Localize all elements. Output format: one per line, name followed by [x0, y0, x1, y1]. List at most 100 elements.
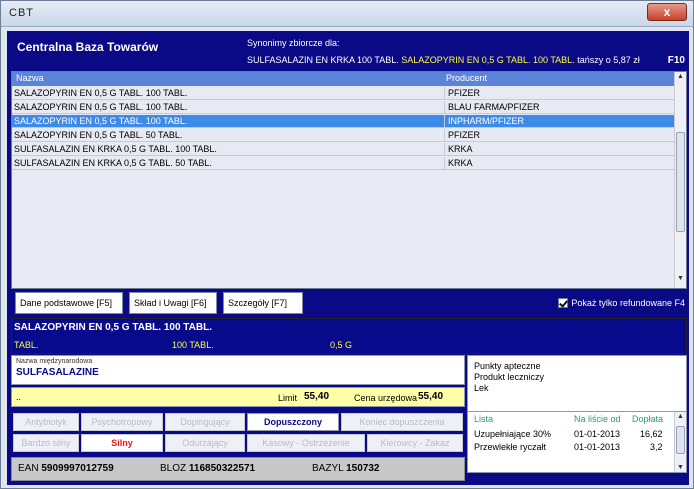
grid-scrollbar[interactable]: ▲ ▼	[674, 72, 686, 288]
flag-narcotic: Odurzający	[165, 434, 245, 452]
limit-label: Limit	[278, 393, 298, 403]
codes-bar: EAN 5909997012759 BLOZ 116850322571 BAZY…	[11, 457, 465, 481]
refund-row-list: Uzupełniające 30%	[474, 429, 552, 439]
refund-header-copay: Dopłata	[632, 414, 664, 424]
row-producer: KRKA	[448, 158, 473, 168]
product-name: SALAZOPYRIN EN 0,5 G TABL. 100 TABL.	[14, 322, 212, 333]
row-producer: PFIZER	[448, 88, 481, 98]
refund-filter[interactable]: Pokaż tylko refundowane F4	[558, 298, 685, 308]
bloz-value: 116850322571	[188, 463, 256, 474]
synonym-1[interactable]: SULFASALAZIN EN KRKA 100 TABL.	[247, 55, 399, 65]
column-divider	[444, 115, 445, 128]
column-divider	[444, 157, 445, 170]
refund-row-since: 01-01-2013	[574, 442, 621, 452]
bazyl-code: BAZYL 150732	[312, 463, 379, 474]
tab-details[interactable]: Szczegóły [F7]	[223, 292, 303, 314]
product-dose: 0,5 G	[330, 340, 353, 350]
tab-composition[interactable]: Skład i Uwagi [F6]	[129, 292, 217, 314]
header: Centralna Baza Towarów Synonimy zbiorcze…	[7, 31, 689, 71]
row-name: SALAZOPYRIN EN 0,5 G TABL. 100 TABL.	[14, 102, 188, 112]
refund-row-copay: 16,62	[640, 429, 663, 439]
grid-header: Nazwa Producent	[12, 72, 674, 86]
refund-row-list: Przewlekłe ryczałt	[474, 442, 547, 452]
tab-basic-data[interactable]: Dane podstawowe [F5]	[15, 292, 123, 314]
row-name: SALAZOPYRIN EN 0,5 G TABL. 100 TABL.	[14, 116, 188, 126]
table-row[interactable]: SALAZOPYRIN EN 0,5 G TABL. 50 TABL. PFIZE…	[12, 129, 674, 142]
column-divider	[444, 87, 445, 100]
row-name: SULFASALAZIN EN KRKA 0,5 G TABL. 100 TAB…	[14, 144, 217, 154]
ean-code: EAN 5909997012759	[18, 463, 114, 474]
bloz-code: BLOZ 116850322571	[160, 463, 255, 474]
column-divider	[444, 129, 445, 142]
title-bar: CBT x	[1, 1, 693, 27]
international-name-box: Nazwa międzynarodowa SULFASALAZINE	[11, 355, 465, 385]
refund-row-since: 01-01-2013	[574, 429, 621, 439]
table-row[interactable]: SULFASALAZIN EN KRKA 0,5 G TABL. 50 TABL…	[12, 157, 674, 170]
bazyl-value: 150732	[346, 463, 380, 474]
column-header-producer[interactable]: Producent	[446, 73, 487, 83]
checkbox-checked-icon[interactable]	[558, 298, 569, 308]
international-name-label: Nazwa międzynarodowa	[16, 358, 93, 365]
table-row[interactable]: SULFASALAZIN EN KRKA 0,5 G TABL. 100 TAB…	[12, 143, 674, 156]
flag-antibiotic: Antybiotyk	[13, 413, 79, 431]
column-divider	[444, 101, 445, 114]
scroll-down-icon[interactable]: ▼	[675, 464, 686, 471]
ean-label: EAN	[18, 463, 39, 474]
flag-doping: Dopingujący	[165, 413, 245, 431]
official-price-label: Cena urzędowa	[354, 393, 418, 403]
row-producer: BLAU FARMA/PFIZER	[448, 102, 540, 112]
column-divider	[444, 143, 445, 156]
synonym-2[interactable]: SALAZOPYRIN EN 0,5 G TABL. 100 TABL.	[401, 55, 574, 65]
refund-table: Lista Na liście od Dopłata Uzupełniające…	[467, 411, 687, 473]
scroll-thumb[interactable]	[676, 132, 685, 232]
window-title: CBT	[9, 7, 34, 19]
category-line-2: Produkt leczniczy	[474, 372, 545, 382]
close-icon: x	[663, 5, 671, 19]
scroll-thumb[interactable]	[676, 426, 685, 454]
ean-value: 5909997012759	[41, 463, 114, 474]
limit-bar: .. Limit 55,40 Cena urzędowa 55,40	[11, 387, 465, 407]
close-button[interactable]: x	[647, 3, 687, 21]
category-line-1: Punkty apteczne	[474, 361, 541, 371]
scroll-up-icon[interactable]: ▲	[675, 413, 686, 420]
refund-header-list: Lista	[474, 414, 494, 424]
flag-cash-warning: Kasowy - Ostrzeżenie	[247, 434, 365, 452]
table-row[interactable]: SALAZOPYRIN EN 0,5 G TABL. 100 TABL. PFIZ…	[12, 87, 674, 100]
product-package: 100 TABL.	[172, 340, 214, 350]
category-box: Punkty apteczne Produkt leczniczy Lek	[467, 355, 687, 418]
refund-filter-label: Pokaż tylko refundowane F4	[571, 298, 685, 308]
official-price-value: 55,40	[418, 391, 444, 402]
row-producer: INPHARM/PFIZER	[448, 116, 525, 126]
row-name: SALAZOPYRIN EN 0,5 G TABL. 100 TABL.	[14, 88, 188, 98]
scroll-down-icon[interactable]: ▼	[675, 275, 686, 287]
client-area: Centralna Baza Towarów Synonimy zbiorcze…	[7, 31, 689, 485]
product-grid: Nazwa Producent SALAZOPYRIN EN 0,5 G TAB…	[11, 71, 687, 289]
bloz-label: BLOZ	[160, 463, 187, 474]
refund-scrollbar[interactable]: ▲ ▼	[674, 412, 686, 472]
limit-value: 55,40	[304, 391, 330, 402]
product-form: TABL.	[14, 340, 39, 350]
table-row[interactable]: SALAZOPYRIN EN 0,5 G TABL. 100 TABL. INPH…	[12, 115, 674, 128]
international-name-value: SULFASALAZINE	[16, 367, 99, 378]
scroll-up-icon[interactable]: ▲	[675, 73, 686, 85]
flag-psychotropic: Psychotropowy	[81, 413, 163, 431]
table-row[interactable]: SALAZOPYRIN EN 0,5 G TABL. 100 TABL. BLAU…	[12, 101, 674, 114]
synonyms-line: SULFASALAZIN EN KRKA 100 TABL. SALAZOPYR…	[247, 55, 640, 65]
row-name: SULFASALAZIN EN KRKA 0,5 G TABL. 50 TABL…	[14, 158, 212, 168]
tab-bar: Dane podstawowe [F5] Skład i Uwagi [F6] …	[11, 292, 687, 316]
flag-very-strong: Bardzo silny	[13, 434, 79, 452]
column-header-name[interactable]: Nazwa	[16, 73, 44, 83]
row-name: SALAZOPYRIN EN 0,5 G TABL. 50 TABL.	[14, 130, 183, 140]
flag-strong: Silny	[81, 434, 163, 452]
row-producer: KRKA	[448, 144, 473, 154]
row-producer: PFIZER	[448, 130, 481, 140]
synonyms-label: Synonimy zbiorcze dla:	[247, 38, 340, 48]
refund-row-copay: 3,2	[650, 442, 663, 452]
limit-dots: ..	[16, 392, 22, 402]
product-bar: SALAZOPYRIN EN 0,5 G TABL. 100 TABL. TAB…	[11, 318, 687, 354]
flag-approved: Dopuszczony	[247, 413, 339, 431]
flag-drivers-ban: Kierowcy - Zakaz	[367, 434, 463, 452]
refund-header-since: Na liście od	[574, 414, 621, 424]
cbt-window: CBT x Centralna Baza Towarów Synonimy zb…	[0, 0, 694, 489]
bazyl-label: BAZYL	[312, 463, 344, 474]
